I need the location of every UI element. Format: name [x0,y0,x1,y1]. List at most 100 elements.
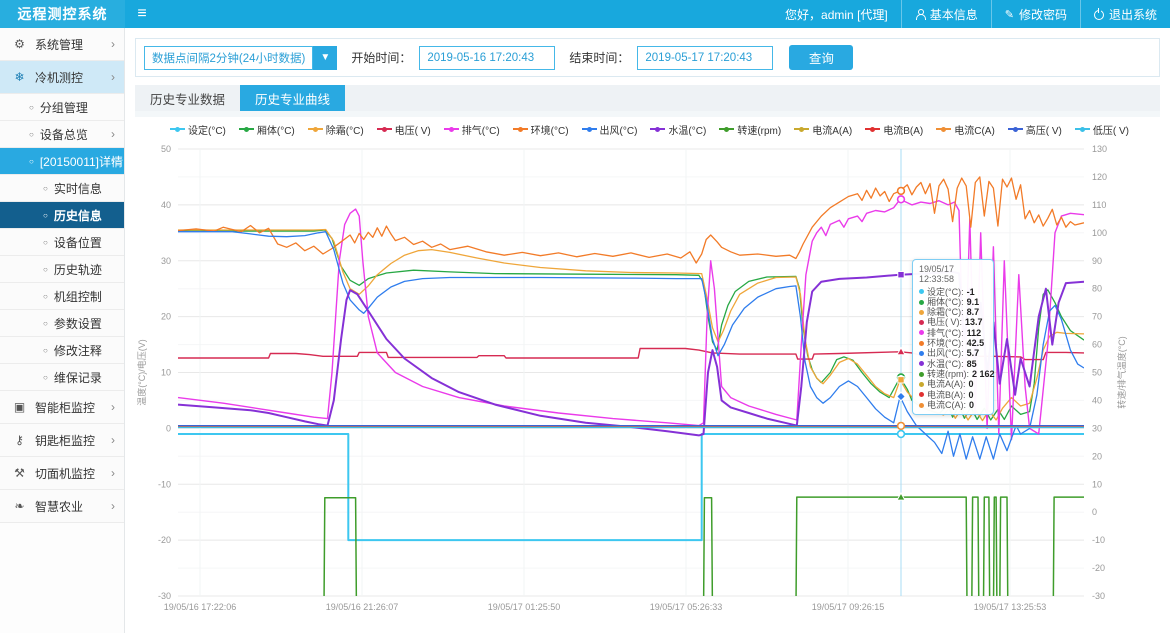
legend-item-6[interactable]: 出风(°C) [582,122,638,137]
sidebar-item-1[interactable]: ❄冷机测控› [0,61,124,94]
tooltip-label: 除霜(°C): [927,307,964,317]
legend-marker-icon [377,125,392,133]
tooltip-label: 出风(°C): [927,348,964,358]
query-button[interactable]: 查询 [789,45,853,70]
tooltip-label: 环境(°C): [927,338,964,348]
tab-history-data[interactable]: 历史专业数据 [135,85,240,111]
legend-item-0[interactable]: 设定(°C) [170,122,226,137]
bullet-icon: ○ [43,211,48,220]
legend-item-3[interactable]: 电压( V) [377,122,431,137]
legend-marker-icon [308,125,323,133]
change-password-link[interactable]: ✎ 修改密码 [991,0,1080,28]
series-color-dot [919,351,924,356]
tooltip-label: 转速(rpm): [927,369,969,379]
legend-item-2[interactable]: 除霜(°C) [308,122,364,137]
chart-tooltip: 19/05/17 12:33:58设定(°C):-1厢体(°C):9.1除霜(°… [912,259,994,415]
hamburger-icon[interactable]: ≡ [125,0,159,28]
legend-item-4[interactable]: 排气(°C) [444,122,500,137]
legend-marker-icon [444,125,459,133]
chevron-down-icon[interactable]: ▼ [313,46,337,70]
legend-marker-icon [513,125,528,133]
tooltip-label: 电流C(A): [927,400,966,410]
sidebar-item-9[interactable]: ○机组控制 [0,283,124,310]
chevron-right-icon: › [111,154,115,168]
tab-history-curve[interactable]: 历史专业曲线 [240,85,345,111]
basic-info-link[interactable]: 基本信息 [901,0,991,28]
tooltip-row: 电流A(A):0 [919,379,987,389]
series-color-dot [919,382,924,387]
logout-label: 退出系统 [1109,6,1157,23]
sidebar-item-12[interactable]: ○维保记录 [0,364,124,391]
chevron-right-icon: › [111,499,115,513]
series-color-dot [919,320,924,325]
legend-item-5[interactable]: 环境(°C) [513,122,569,137]
svg-text:-30: -30 [1092,591,1105,601]
sidebar-item-10[interactable]: ○参数设置 [0,310,124,337]
snowflake-icon: ❄ [13,70,26,84]
legend-label: 设定(°C) [188,122,226,137]
sidebar-item-8[interactable]: ○历史轨迹 [0,256,124,283]
legend-marker-icon [719,125,734,133]
query-toolbar: 数据点间隔2分钟(24小时数据) ▼ 开始时间： 结束时间： 查询 [135,38,1160,77]
legend-label: 排气(°C) [462,122,500,137]
interval-select[interactable]: 数据点间隔2分钟(24小时数据) ▼ [144,46,337,70]
svg-text:90: 90 [1092,256,1102,266]
legend-item-11[interactable]: 电流C(A) [936,122,995,137]
user-greeting: 您好，admin [代理] [772,0,901,28]
legend-item-7[interactable]: 水温(°C) [650,122,706,137]
legend-label: 电压( V) [395,122,431,137]
sidebar-item-0[interactable]: ⚙系统管理› [0,28,124,61]
sidebar-item-6[interactable]: ○历史信息 [0,202,124,229]
sidebar-item-label: 系统管理 [35,36,83,53]
sidebar-item-4[interactable]: ○[20150011]详情› [0,148,124,175]
tooltip-value: 9.1 [967,297,980,307]
svg-text:50: 50 [161,144,171,154]
sidebar-item-label: 修改注释 [54,342,102,359]
legend-label: 电流B(A) [883,122,923,137]
tooltip-label: 厢体(°C): [927,297,964,307]
sidebar-item-11[interactable]: ○修改注释 [0,337,124,364]
svg-text:19/05/17 09:26:15: 19/05/17 09:26:15 [812,602,885,612]
sidebar-item-5[interactable]: ○实时信息 [0,175,124,202]
tooltip-label: 设定(°C): [927,287,964,297]
sidebar: ⚙ 系统管理 › ❄冷机测控›○分组管理○设备总览›○[20150011]详情›○实时… [0,28,125,633]
end-time-input[interactable] [637,46,773,70]
tooltip-value: 8.7 [967,307,980,317]
tooltip-label: 电压( V): [927,317,962,327]
sidebar-item-3[interactable]: ○设备总览› [0,121,124,148]
gear-icon: ⚙ [13,37,26,51]
legend-item-8[interactable]: 转速(rpm) [719,122,781,137]
svg-text:0: 0 [1092,507,1097,517]
legend-label: 高压( V) [1026,122,1062,137]
svg-text:50: 50 [1092,368,1102,378]
legend-item-13[interactable]: 低压( V) [1075,122,1129,137]
bullet-icon: ○ [43,265,48,274]
legend-item-9[interactable]: 电流A(A) [794,122,852,137]
tooltip-value: 0 [969,390,974,400]
legend-item-10[interactable]: 电流B(A) [865,122,923,137]
sidebar-item-2[interactable]: ○分组管理 [0,94,124,121]
legend-item-1[interactable]: 厢体(°C) [239,122,295,137]
tooltip-row: 电压( V):13.7 [919,317,987,327]
tooltip-value: 85 [967,359,977,369]
sidebar-item-label: 参数设置 [54,315,102,332]
start-time-input[interactable] [419,46,555,70]
svg-text:40: 40 [1092,395,1102,405]
leaf-icon: ❧ [13,499,26,513]
svg-text:100: 100 [1092,228,1107,238]
sidebar-item-14[interactable]: ⚷钥匙柜监控› [0,424,124,457]
logout-link[interactable]: 退出系统 [1080,0,1170,28]
legend-marker-icon [582,125,597,133]
tooltip-row: 排气(°C):112 [919,328,987,338]
sidebar-item-13[interactable]: ▣智能柜监控› [0,391,124,424]
svg-text:-20: -20 [1092,563,1105,573]
svg-text:130: 130 [1092,144,1107,154]
chart-canvas[interactable]: 50403020100-10-20-3013012011010090807060… [129,139,1165,617]
start-time-label: 开始时间： [351,49,411,66]
sidebar-item-16[interactable]: ❧智慧农业› [0,490,124,523]
legend-marker-icon [170,125,185,133]
legend-item-12[interactable]: 高压( V) [1008,122,1062,137]
sidebar-item-7[interactable]: ○设备位置 [0,229,124,256]
sidebar-item-15[interactable]: ⚒切面机监控› [0,457,124,490]
tooltip-value: 112 [967,328,982,338]
